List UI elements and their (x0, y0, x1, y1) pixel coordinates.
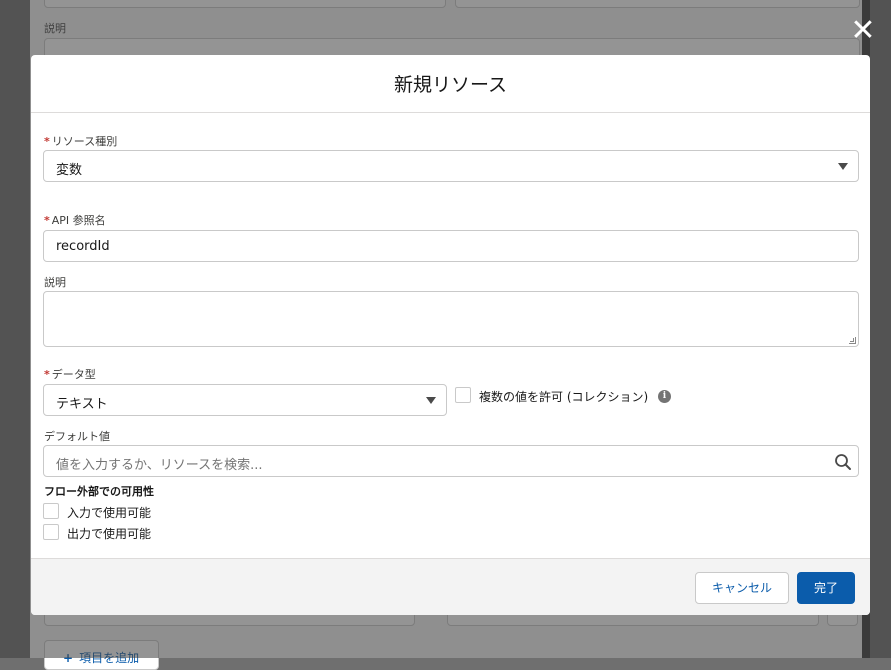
modal-header: 新規リソース (31, 55, 870, 113)
data-type-value: テキスト (56, 397, 108, 412)
default-value-input[interactable]: 値を入力するか、リソースを検索... (43, 445, 859, 477)
input-available-label: 入力で使用可能 (67, 506, 152, 520)
chevron-down-icon (838, 163, 848, 170)
close-icon: ✕ (850, 13, 876, 48)
resize-handle-icon[interactable] (849, 337, 856, 344)
required-marker: * (44, 135, 50, 148)
required-marker: * (44, 368, 50, 381)
description-label: 説明 (44, 276, 66, 289)
default-value-placeholder: 値を入力するか、リソースを検索... (56, 458, 263, 473)
default-value-label: デフォルト値 (44, 430, 110, 443)
cancel-button[interactable]: キャンセル (695, 572, 789, 604)
output-available-checkbox[interactable] (43, 524, 59, 540)
api-name-value: recordId (56, 239, 110, 254)
modal-title: 新規リソース (393, 74, 508, 96)
api-name-label: * API 参照名 (44, 214, 106, 227)
close-button[interactable]: ✕ (848, 16, 878, 46)
resource-type-value: 変数 (56, 163, 83, 178)
required-marker: * (44, 214, 50, 227)
modal-footer: キャンセル 完了 (31, 558, 870, 615)
input-available-checkbox[interactable] (43, 503, 59, 519)
description-textarea[interactable] (43, 291, 859, 347)
resource-type-select[interactable]: 変数 (43, 150, 859, 182)
chevron-down-icon (426, 397, 436, 404)
new-resource-modal: 新規リソース * リソース種別 変数 * API 参照名 recordId 説明 *… (31, 55, 870, 615)
data-type-label: * データ型 (44, 368, 96, 381)
data-type-select[interactable]: テキスト (43, 384, 447, 416)
done-button[interactable]: 完了 (797, 572, 855, 604)
api-name-input[interactable]: recordId (43, 230, 859, 262)
allow-multiple-label: 複数の値を許可 (コレクション) (479, 390, 649, 404)
allow-multiple-checkbox[interactable] (455, 387, 471, 403)
info-icon[interactable]: i (658, 390, 671, 403)
availability-title: フロー外部での可用性 (44, 485, 154, 498)
output-available-label: 出力で使用可能 (67, 527, 152, 541)
resource-type-label: * リソース種別 (44, 135, 118, 148)
search-icon[interactable] (834, 453, 852, 471)
